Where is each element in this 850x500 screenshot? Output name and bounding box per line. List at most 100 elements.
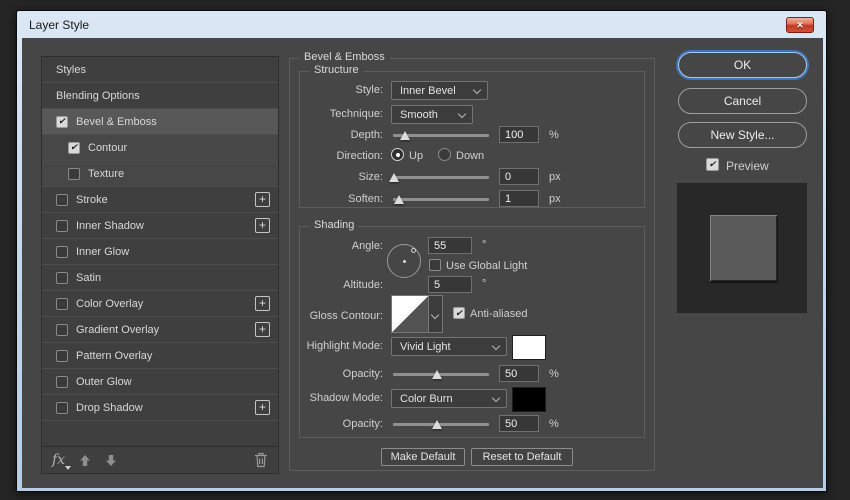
move-effect-up-icon[interactable] [79, 454, 91, 467]
bevel-emboss-checkbox[interactable]: ✔ [56, 116, 68, 128]
highlight-mode-label: Highlight Mode: [307, 340, 383, 352]
shadow-opacity-thumb[interactable] [432, 420, 442, 429]
sidebar-item-satin[interactable]: Satin [42, 265, 278, 291]
use-global-light-checkbox[interactable] [429, 259, 441, 271]
sidebar-item-label: Texture [88, 168, 124, 180]
contour-checkbox[interactable]: ✔ [68, 142, 80, 154]
altitude-input[interactable] [428, 276, 472, 293]
highlight-opacity-input[interactable] [499, 365, 539, 382]
sidebar-item-drop-shadow[interactable]: Drop Shadow + [42, 395, 278, 421]
add-stroke-icon[interactable]: + [255, 192, 270, 207]
gloss-contour-thumbnail[interactable] [391, 295, 429, 333]
fx-menu-button[interactable]: fx [52, 452, 65, 468]
fx-label: fx [52, 452, 65, 468]
technique-dropdown[interactable]: Smooth [391, 105, 473, 124]
sidebar-item-label: Bevel & Emboss [76, 116, 157, 128]
sidebar-item-inner-shadow[interactable]: Inner Shadow + [42, 213, 278, 239]
style-list: Styles Blending Options ✔ Bevel & Emboss… [41, 56, 279, 474]
anti-aliased-checkbox[interactable]: ✔ [453, 307, 465, 319]
sidebar-item-color-overlay[interactable]: Color Overlay + [42, 291, 278, 317]
angle-dial[interactable] [387, 244, 421, 278]
depth-label: Depth: [351, 129, 383, 141]
delete-effect-icon[interactable] [254, 452, 268, 468]
angle-input[interactable] [428, 237, 472, 254]
sidebar-item-label: Inner Shadow [76, 220, 144, 232]
gloss-contour-label: Gloss Contour: [310, 310, 383, 322]
depth-input[interactable] [499, 126, 539, 143]
shadow-color-swatch[interactable] [512, 387, 546, 412]
sidebar-item-contour[interactable]: ✔ Contour [42, 135, 278, 161]
depth-slider-thumb[interactable] [400, 131, 410, 140]
highlight-mode-value: Vivid Light [400, 341, 451, 353]
depth-slider[interactable] [393, 134, 489, 137]
cancel-button[interactable]: Cancel [678, 88, 807, 114]
style-label: Style: [355, 84, 383, 96]
size-slider[interactable] [393, 176, 489, 179]
satin-checkbox[interactable] [56, 272, 68, 284]
sidebar-item-label: Contour [88, 142, 127, 154]
add-inner-shadow-icon[interactable]: + [255, 218, 270, 233]
style-preview-swatch [710, 215, 777, 281]
sidebar-item-pattern-overlay[interactable]: Pattern Overlay [42, 343, 278, 369]
shadow-mode-dropdown[interactable]: Color Burn [391, 389, 507, 408]
sidebar-item-label: Outer Glow [76, 376, 132, 388]
direction-down-radio[interactable] [438, 148, 451, 161]
depth-unit: % [549, 129, 559, 141]
add-color-overlay-icon[interactable]: + [255, 296, 270, 311]
texture-checkbox[interactable] [68, 168, 80, 180]
preview-checkbox[interactable]: ✔ [706, 158, 719, 171]
highlight-opacity-slider[interactable] [393, 373, 489, 376]
inner-glow-checkbox[interactable] [56, 246, 68, 258]
sidebar-item-stroke[interactable]: Stroke + [42, 187, 278, 213]
chevron-down-icon [458, 110, 466, 118]
color-overlay-checkbox[interactable] [56, 298, 68, 310]
highlight-opacity-thumb[interactable] [432, 370, 442, 379]
size-input[interactable] [499, 168, 539, 185]
sidebar-item-bevel-emboss[interactable]: ✔ Bevel & Emboss [42, 109, 278, 135]
sidebar-item-gradient-overlay[interactable]: Gradient Overlay + [42, 317, 278, 343]
size-unit: px [549, 171, 561, 183]
sidebar-item-outer-glow[interactable]: Outer Glow [42, 369, 278, 395]
style-preview [677, 183, 807, 313]
sidebar-item-blending-options[interactable]: Blending Options [42, 83, 278, 109]
gradient-overlay-checkbox[interactable] [56, 324, 68, 336]
close-button[interactable]: ✕ [786, 17, 814, 33]
gloss-contour-dropdown[interactable] [429, 295, 443, 333]
direction-up-radio[interactable] [391, 148, 404, 161]
shadow-opacity-slider[interactable] [393, 423, 489, 426]
pattern-overlay-checkbox[interactable] [56, 350, 68, 362]
ok-button[interactable]: OK [678, 52, 807, 78]
soften-input[interactable] [499, 190, 539, 207]
highlight-mode-dropdown[interactable]: Vivid Light [391, 337, 507, 356]
anti-aliased-label: Anti-aliased [470, 308, 527, 320]
soften-slider[interactable] [393, 198, 489, 201]
sidebar-item-texture[interactable]: Texture [42, 161, 278, 187]
angle-label: Angle: [352, 240, 383, 252]
drop-shadow-checkbox[interactable] [56, 402, 68, 414]
effects-toolbar: fx [42, 446, 278, 473]
style-dropdown[interactable]: Inner Bevel [391, 81, 488, 100]
titlebar[interactable]: Layer Style ✕ [17, 11, 826, 38]
sidebar-item-inner-glow[interactable]: Inner Glow [42, 239, 278, 265]
new-style-button[interactable]: New Style... [678, 122, 807, 148]
inner-shadow-checkbox[interactable] [56, 220, 68, 232]
soften-slider-thumb[interactable] [394, 195, 404, 204]
shadow-opacity-input[interactable] [499, 415, 539, 432]
technique-label: Technique: [330, 108, 383, 120]
reset-to-default-button[interactable]: Reset to Default [471, 448, 573, 466]
check-icon: ✔ [455, 309, 463, 318]
highlight-color-swatch[interactable] [512, 335, 546, 360]
add-drop-shadow-icon[interactable]: + [255, 400, 270, 415]
size-slider-thumb[interactable] [389, 173, 399, 182]
sidebar-item-styles[interactable]: Styles [42, 57, 278, 83]
angle-dial-marker[interactable] [411, 248, 416, 253]
technique-value: Smooth [400, 109, 438, 121]
outer-glow-checkbox[interactable] [56, 376, 68, 388]
chevron-down-icon [431, 311, 439, 319]
make-default-button[interactable]: Make Default [381, 448, 465, 466]
add-gradient-overlay-icon[interactable]: + [255, 322, 270, 337]
move-effect-down-icon[interactable] [105, 454, 117, 467]
stroke-checkbox[interactable] [56, 194, 68, 206]
shading-legend: Shading [309, 219, 359, 231]
check-icon: ✔ [58, 117, 66, 126]
